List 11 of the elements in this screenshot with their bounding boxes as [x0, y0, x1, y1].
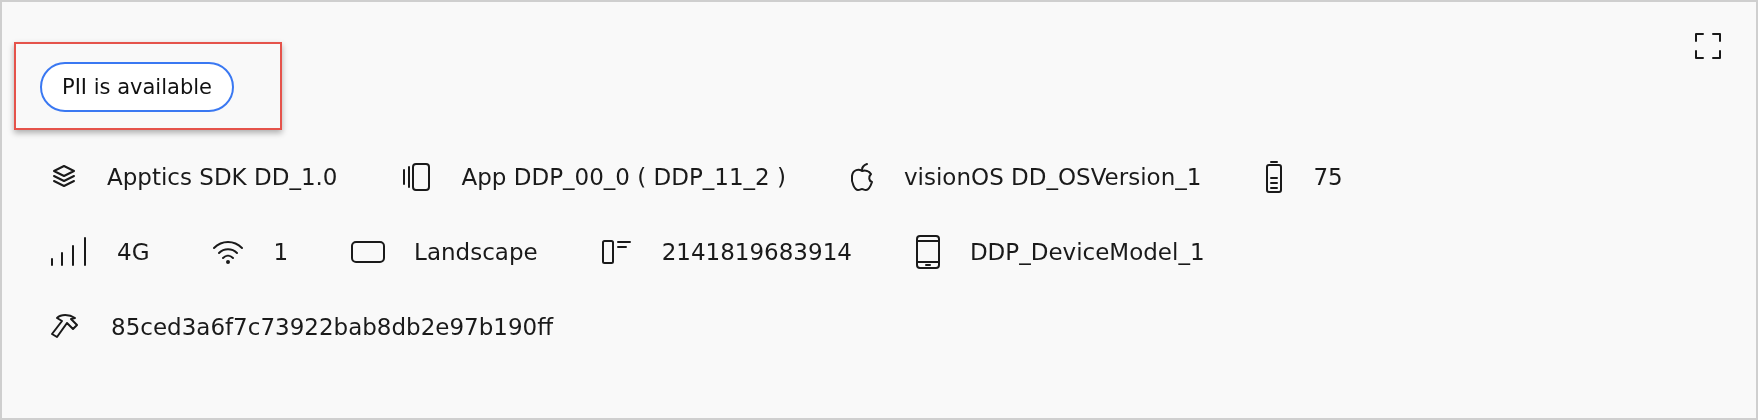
info-text: 1	[273, 239, 289, 265]
info-text: visionOS DD_OSVersion_1	[904, 164, 1202, 190]
info-text: Apptics SDK DD_1.0	[107, 164, 338, 190]
info-text: 4G	[117, 239, 150, 265]
info-text: Landscape	[414, 239, 538, 265]
info-text: 2141819683914	[661, 239, 852, 265]
info-text: DDP_DeviceModel_1	[969, 239, 1205, 265]
info-text: 85ced3a6f7c73922bab8db2e97b190ff	[111, 314, 554, 340]
info-text: 75	[1313, 164, 1343, 190]
info-text: App DDP_00_0 ( DDP_11_2 )	[461, 164, 786, 190]
pii-badge: PII is available	[40, 62, 234, 112]
